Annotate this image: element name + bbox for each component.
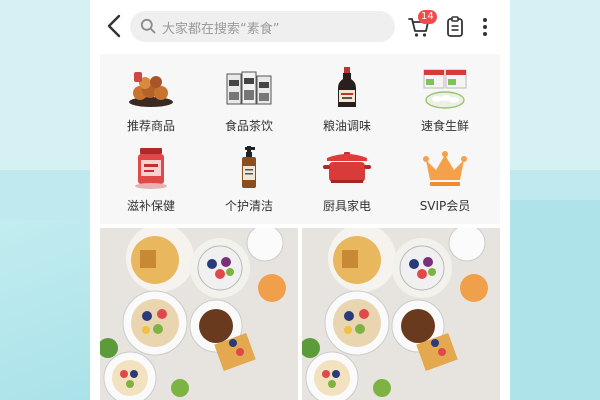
search-input[interactable]: 大家都在搜索“素食” [130,11,395,42]
search-placeholder: 大家都在搜索“素食” [162,22,280,37]
category-label: 食品茶饮 [224,119,273,133]
pump-bottle-icon [242,146,256,188]
category-item-grain-oil[interactable]: 粮油调味 [298,60,396,140]
feed-card-right[interactable] [302,228,500,400]
cart-count-badge: 14 [418,10,437,24]
category-item-kitchen[interactable]: 厨具家电 [298,140,396,220]
category-item-health[interactable]: 滋补保健 [102,140,200,220]
category-label: 推荐商品 [126,119,175,133]
supplement-jar-icon [135,148,167,189]
snack-food-icon [129,72,173,107]
category-label: 粮油调味 [322,119,371,133]
category-label: 个护清洁 [224,199,273,213]
feed-card-left[interactable] [100,228,298,400]
category-label: 厨具家电 [322,199,371,213]
crown-icon [423,151,467,186]
search-icon [140,18,156,34]
category-item-svip[interactable]: SVIP会员 [396,140,494,220]
food-platter-photo [100,228,298,400]
background-accent [500,200,600,400]
category-label: SVIP会员 [419,199,471,213]
soy-sauce-bottle-icon [338,67,356,107]
tea-box-icon [226,71,272,105]
app-screen: 大家都在搜索“素食” 14 推荐商品 食品茶饮 粮油调味 速食生鲜 滋补保健 个… [90,0,510,400]
category-label: 滋补保健 [126,199,175,213]
more-vertical-icon[interactable] [482,16,488,38]
red-pot-icon [323,152,371,183]
category-grid: 推荐商品 食品茶饮 粮油调味 速食生鲜 滋补保健 个护清洁 厨具家电 SVIP会… [100,54,500,224]
category-label: 速食生鲜 [420,119,469,133]
category-item-food-tea[interactable]: 食品茶饮 [200,60,298,140]
dumpling-pack-icon [423,69,467,109]
category-item-recommended[interactable]: 推荐商品 [102,60,200,140]
back-arrow-icon[interactable] [104,13,126,39]
category-item-personal-care[interactable]: 个护清洁 [200,140,298,220]
food-platter-photo [302,228,500,400]
clipboard-icon[interactable] [446,16,464,38]
category-item-quick-fresh[interactable]: 速食生鲜 [396,60,494,140]
top-bar: 大家都在搜索“素食” 14 [90,0,510,52]
